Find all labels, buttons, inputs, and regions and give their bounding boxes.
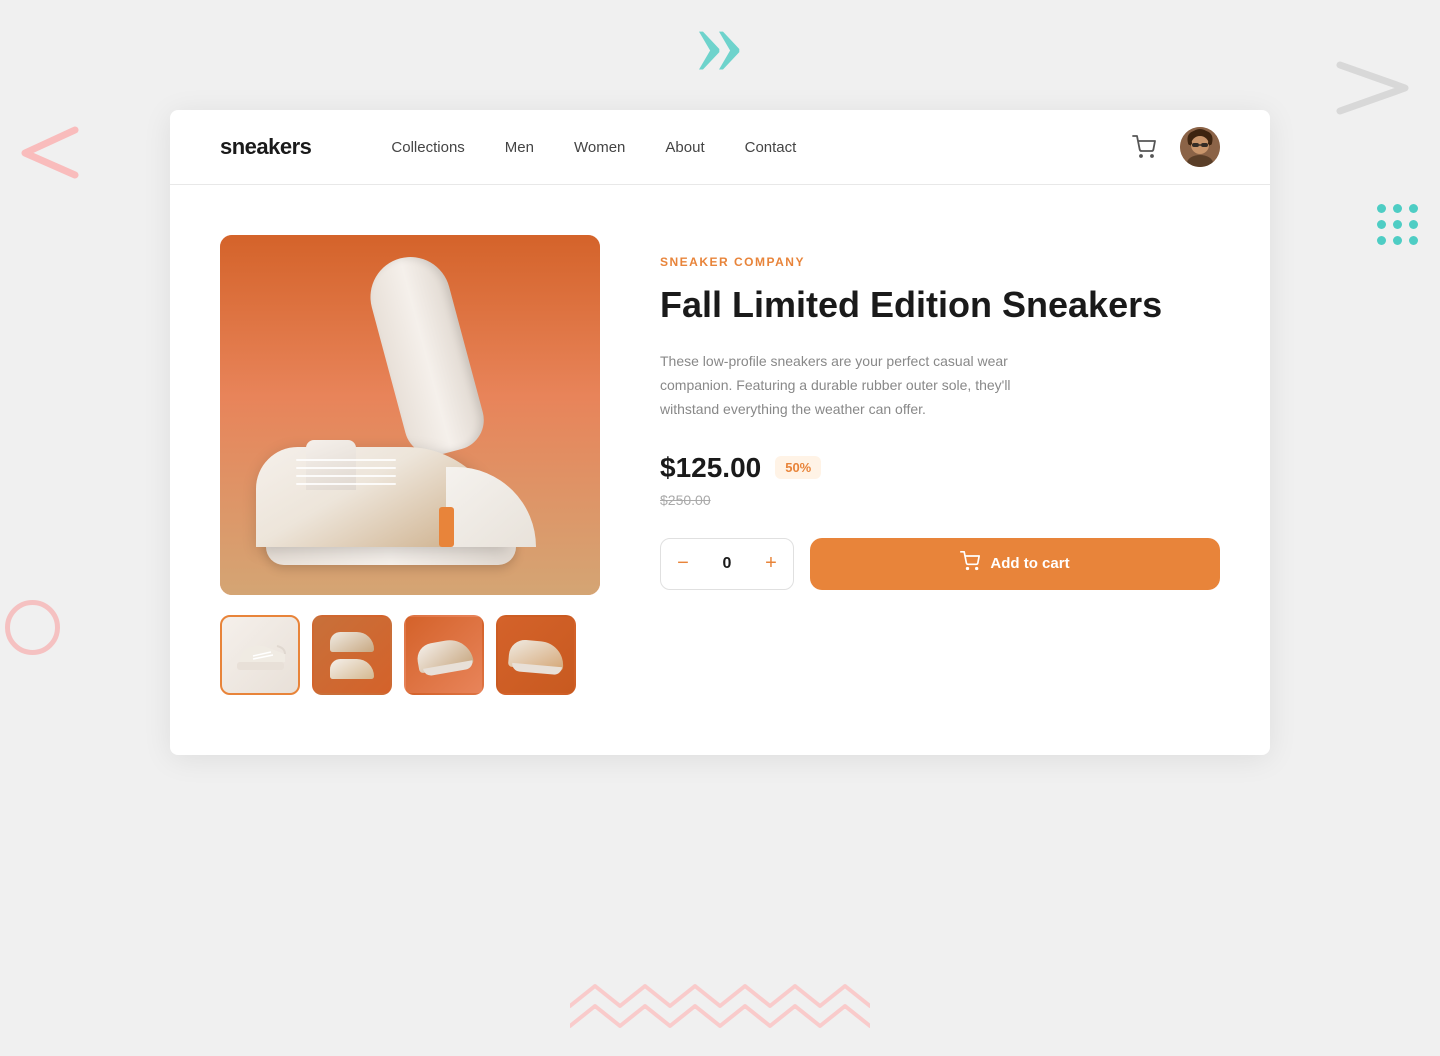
add-to-cart-row: − 0 + Add to cart bbox=[660, 538, 1220, 590]
zigzag-decoration bbox=[570, 976, 870, 1036]
product-images bbox=[220, 235, 600, 695]
add-to-cart-button[interactable]: Add to cart bbox=[810, 538, 1220, 590]
add-to-cart-label: Add to cart bbox=[990, 555, 1069, 572]
thumbnail-2[interactable] bbox=[312, 615, 392, 695]
thumb-1-image bbox=[233, 636, 288, 674]
discount-badge: 50% bbox=[775, 456, 821, 479]
price-current: $125.00 bbox=[660, 452, 761, 484]
price-original: $250.00 bbox=[660, 492, 1220, 508]
arrow-right-decoration bbox=[1330, 55, 1420, 120]
main-product-image bbox=[220, 235, 600, 595]
nav-link-women[interactable]: Women bbox=[574, 139, 625, 156]
quantity-value: 0 bbox=[705, 555, 749, 573]
thumbnail-1[interactable] bbox=[220, 615, 300, 695]
nav-link-contact[interactable]: Contact bbox=[745, 139, 797, 156]
avatar-icon bbox=[1180, 127, 1220, 167]
product-description: These low-profile sneakers are your perf… bbox=[660, 350, 1020, 421]
cart-icon bbox=[1132, 135, 1156, 159]
logo: sneakers bbox=[220, 134, 311, 160]
dots-decoration bbox=[1373, 200, 1422, 249]
navbar: sneakers Collections Men Women About Con… bbox=[170, 110, 1270, 185]
brand-label: SNEAKER COMPANY bbox=[660, 255, 1220, 269]
thumbnail-4[interactable] bbox=[496, 615, 576, 695]
cart-button[interactable] bbox=[1128, 131, 1160, 163]
product-card: sneakers Collections Men Women About Con… bbox=[170, 110, 1270, 755]
nav-link-collections[interactable]: Collections bbox=[391, 139, 464, 156]
product-area: SNEAKER COMPANY Fall Limited Edition Sne… bbox=[170, 185, 1270, 755]
quantity-control: − 0 + bbox=[660, 538, 794, 590]
user-avatar[interactable] bbox=[1180, 127, 1220, 167]
thumbnail-row bbox=[220, 615, 600, 695]
arrow-left-decoration bbox=[15, 125, 80, 180]
cart-button-icon bbox=[960, 551, 980, 576]
nav-link-about[interactable]: About bbox=[665, 139, 704, 156]
nav-links: Collections Men Women About Contact bbox=[391, 139, 1128, 156]
thumbnail-3[interactable] bbox=[404, 615, 484, 695]
quotemark-decoration: » bbox=[695, 0, 745, 90]
ring-decoration bbox=[5, 600, 60, 655]
quantity-minus-button[interactable]: − bbox=[661, 538, 705, 590]
quantity-plus-button[interactable]: + bbox=[749, 538, 793, 590]
nav-link-men[interactable]: Men bbox=[505, 139, 534, 156]
nav-actions bbox=[1128, 127, 1220, 167]
product-info: SNEAKER COMPANY Fall Limited Edition Sne… bbox=[660, 235, 1220, 695]
cart-svg-icon bbox=[960, 551, 980, 571]
product-title: Fall Limited Edition Sneakers bbox=[660, 283, 1220, 326]
price-row: $125.00 50% bbox=[660, 452, 1220, 484]
